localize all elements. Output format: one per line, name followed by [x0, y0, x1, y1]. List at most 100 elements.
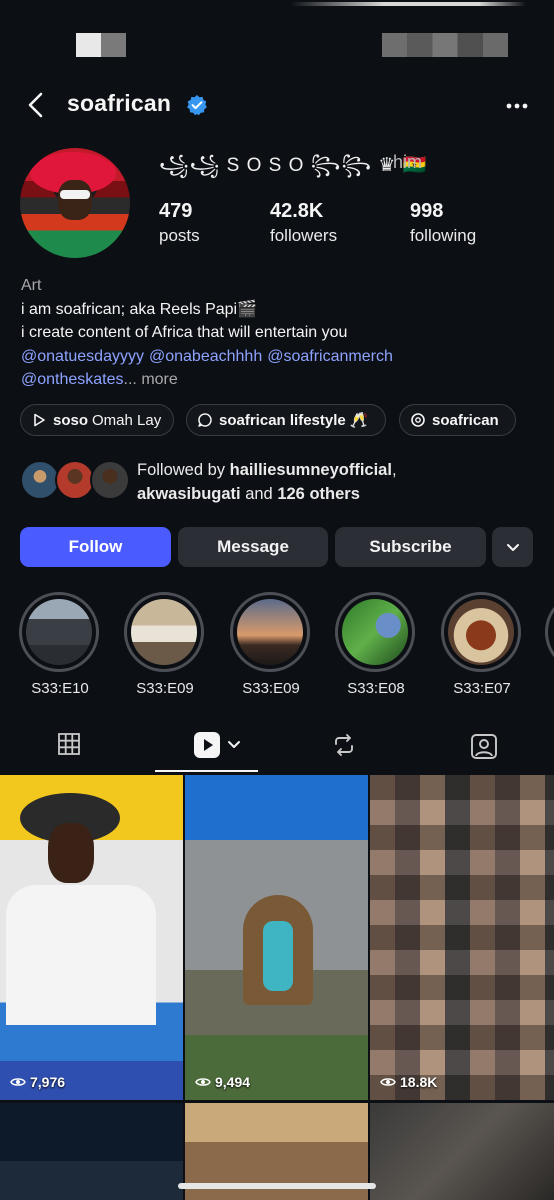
- chevron-down-icon: [228, 741, 240, 748]
- status-indicator: [290, 2, 526, 6]
- status-icons-blurred: [382, 33, 508, 57]
- chat-icon: [198, 413, 212, 427]
- profile-header: soafrican: [0, 84, 554, 128]
- highlight-thumbnail: [131, 599, 197, 665]
- thumbnail-shirt-shape: [6, 885, 156, 1025]
- view-count: 7,976: [10, 1074, 65, 1090]
- profile-username: soafrican: [67, 90, 172, 116]
- profile-display-name: ꧁꧁ S O S O ꧂꧂ ♛ 🇬🇭: [159, 155, 428, 176]
- reel-thumbnail[interactable]: 9,494: [185, 775, 368, 1100]
- chevron-down-icon: [506, 544, 519, 551]
- story-highlight[interactable]: S33:E10: [19, 592, 101, 697]
- story-highlight[interactable]: S33:E09: [124, 592, 206, 697]
- chip-music[interactable]: soso Omah Lay: [20, 404, 175, 436]
- reels-play-icon: [194, 732, 220, 758]
- chip-bold-text: soafrican: [432, 411, 499, 429]
- highlight-ring: [335, 592, 415, 672]
- stat-following[interactable]: 998 following: [410, 200, 476, 246]
- avatar-face-shape: [58, 180, 92, 220]
- reel-thumbnail[interactable]: [370, 1103, 554, 1200]
- followed-by-user: hailliesumneyofficial: [229, 461, 392, 479]
- followed-by-text: Followed by hailliesumneyofficial, akwas…: [137, 458, 397, 506]
- more-options-icon[interactable]: [504, 96, 530, 116]
- reel-thumbnail[interactable]: [0, 1103, 183, 1200]
- bio-mention[interactable]: @onabeachhhh: [149, 348, 262, 365]
- back-arrow-icon[interactable]: [22, 90, 52, 120]
- reels-grid: 7,976 9,494 18.8K: [0, 775, 554, 1200]
- stat-value: 479: [159, 200, 193, 222]
- subscribe-button[interactable]: Subscribe: [335, 527, 486, 567]
- followed-by-prefix: Followed by: [137, 461, 230, 479]
- view-count: 18.8K: [380, 1074, 437, 1090]
- view-count-value: 9,494: [215, 1074, 251, 1090]
- stat-label: following: [410, 226, 477, 245]
- highlight-label: S33:E08: [347, 680, 405, 697]
- story-highlight-partial[interactable]: [545, 592, 554, 672]
- grid-icon[interactable]: [57, 732, 81, 756]
- bio-line: i create content of Africa that will ent…: [21, 324, 348, 341]
- bio-mention[interactable]: @onatuesdayyyy: [21, 348, 144, 365]
- followed-by-middle: and: [240, 485, 278, 503]
- thumbnail-pixelated-overlay: [370, 775, 554, 1100]
- highlight-label: S33:E10: [31, 680, 89, 697]
- highlight-thumbnail: [448, 599, 514, 665]
- eye-icon: [10, 1078, 26, 1086]
- avatar-glasses-shape: [60, 190, 90, 199]
- reel-thumbnail[interactable]: 7,976: [0, 775, 183, 1100]
- profile-bio: Art i am soafrican; aka Reels Papi🎬 i cr…: [21, 274, 541, 392]
- mutual-avatar: [55, 460, 95, 500]
- reposts-icon[interactable]: [331, 732, 357, 758]
- highlight-ring: [441, 592, 521, 672]
- tagged-icon[interactable]: [470, 732, 498, 760]
- highlight-label: S33:E09: [136, 680, 194, 697]
- highlight-label: S33:E09: [242, 680, 300, 697]
- bio-category: Art: [21, 277, 42, 294]
- highlight-ring: [124, 592, 204, 672]
- chip-bold-text: soso: [53, 411, 89, 429]
- highlight-thumbnail: [26, 599, 92, 665]
- story-highlight[interactable]: S33:E07: [441, 592, 523, 697]
- highlight-label: S33:E07: [453, 680, 511, 697]
- home-indicator[interactable]: [178, 1183, 376, 1189]
- chip-channel[interactable]: soafrican lifestyle 🥂: [186, 404, 386, 436]
- view-count-value: 7,976: [30, 1074, 66, 1090]
- stat-value: 998: [410, 200, 444, 222]
- profile-avatar[interactable]: [20, 148, 130, 258]
- stat-posts[interactable]: 479 posts: [159, 200, 200, 246]
- chip-text: Omah Lay: [92, 411, 162, 429]
- highlight-thumbnail: [342, 599, 408, 665]
- stat-label: posts: [159, 226, 200, 245]
- reel-thumbnail[interactable]: 18.8K: [370, 775, 554, 1100]
- highlight-ring: [545, 592, 554, 672]
- play-icon: [34, 413, 45, 427]
- chip-bold-text: soafrican lifestyle 🥂: [219, 412, 369, 429]
- story-highlight[interactable]: S33:E08: [335, 592, 417, 697]
- bio-mention[interactable]: @soafricanmerch: [267, 348, 393, 365]
- highlight-ring: [19, 592, 99, 672]
- chip-threads[interactable]: soafrican: [399, 404, 516, 436]
- thumbnail-person-shape: [263, 921, 293, 991]
- stat-followers[interactable]: 42.8K followers: [270, 200, 337, 246]
- profile-pronouns: him: [393, 152, 423, 172]
- followed-by-user: akwasibugati: [137, 485, 241, 503]
- bio-more-link[interactable]: ... more: [124, 371, 178, 388]
- thumbnail-face-shape: [48, 823, 94, 883]
- story-highlight[interactable]: S33:E09: [230, 592, 312, 697]
- followed-by-comma: ,: [391, 461, 397, 479]
- mutual-avatar: [90, 460, 130, 500]
- eye-icon: [380, 1078, 396, 1086]
- message-button[interactable]: Message: [178, 527, 328, 567]
- stat-label: followers: [270, 226, 338, 245]
- view-count: 9,494: [195, 1074, 250, 1090]
- bio-line: i am soafrican; aka Reels Papi🎬: [21, 300, 258, 318]
- mutual-followers[interactable]: Followed by hailliesumneyofficial, akwas…: [20, 458, 540, 506]
- verified-badge-icon: [187, 95, 207, 116]
- follow-button[interactable]: Follow: [20, 527, 171, 567]
- stat-value: 42.8K: [270, 200, 324, 222]
- followed-by-others: 126 others: [277, 485, 360, 503]
- tab-reels[interactable]: [193, 731, 240, 764]
- active-tab-indicator: [155, 770, 258, 772]
- suggested-accounts-button[interactable]: [492, 527, 533, 567]
- highlight-thumbnail: [237, 599, 303, 665]
- bio-mention[interactable]: @ontheskates: [21, 371, 124, 388]
